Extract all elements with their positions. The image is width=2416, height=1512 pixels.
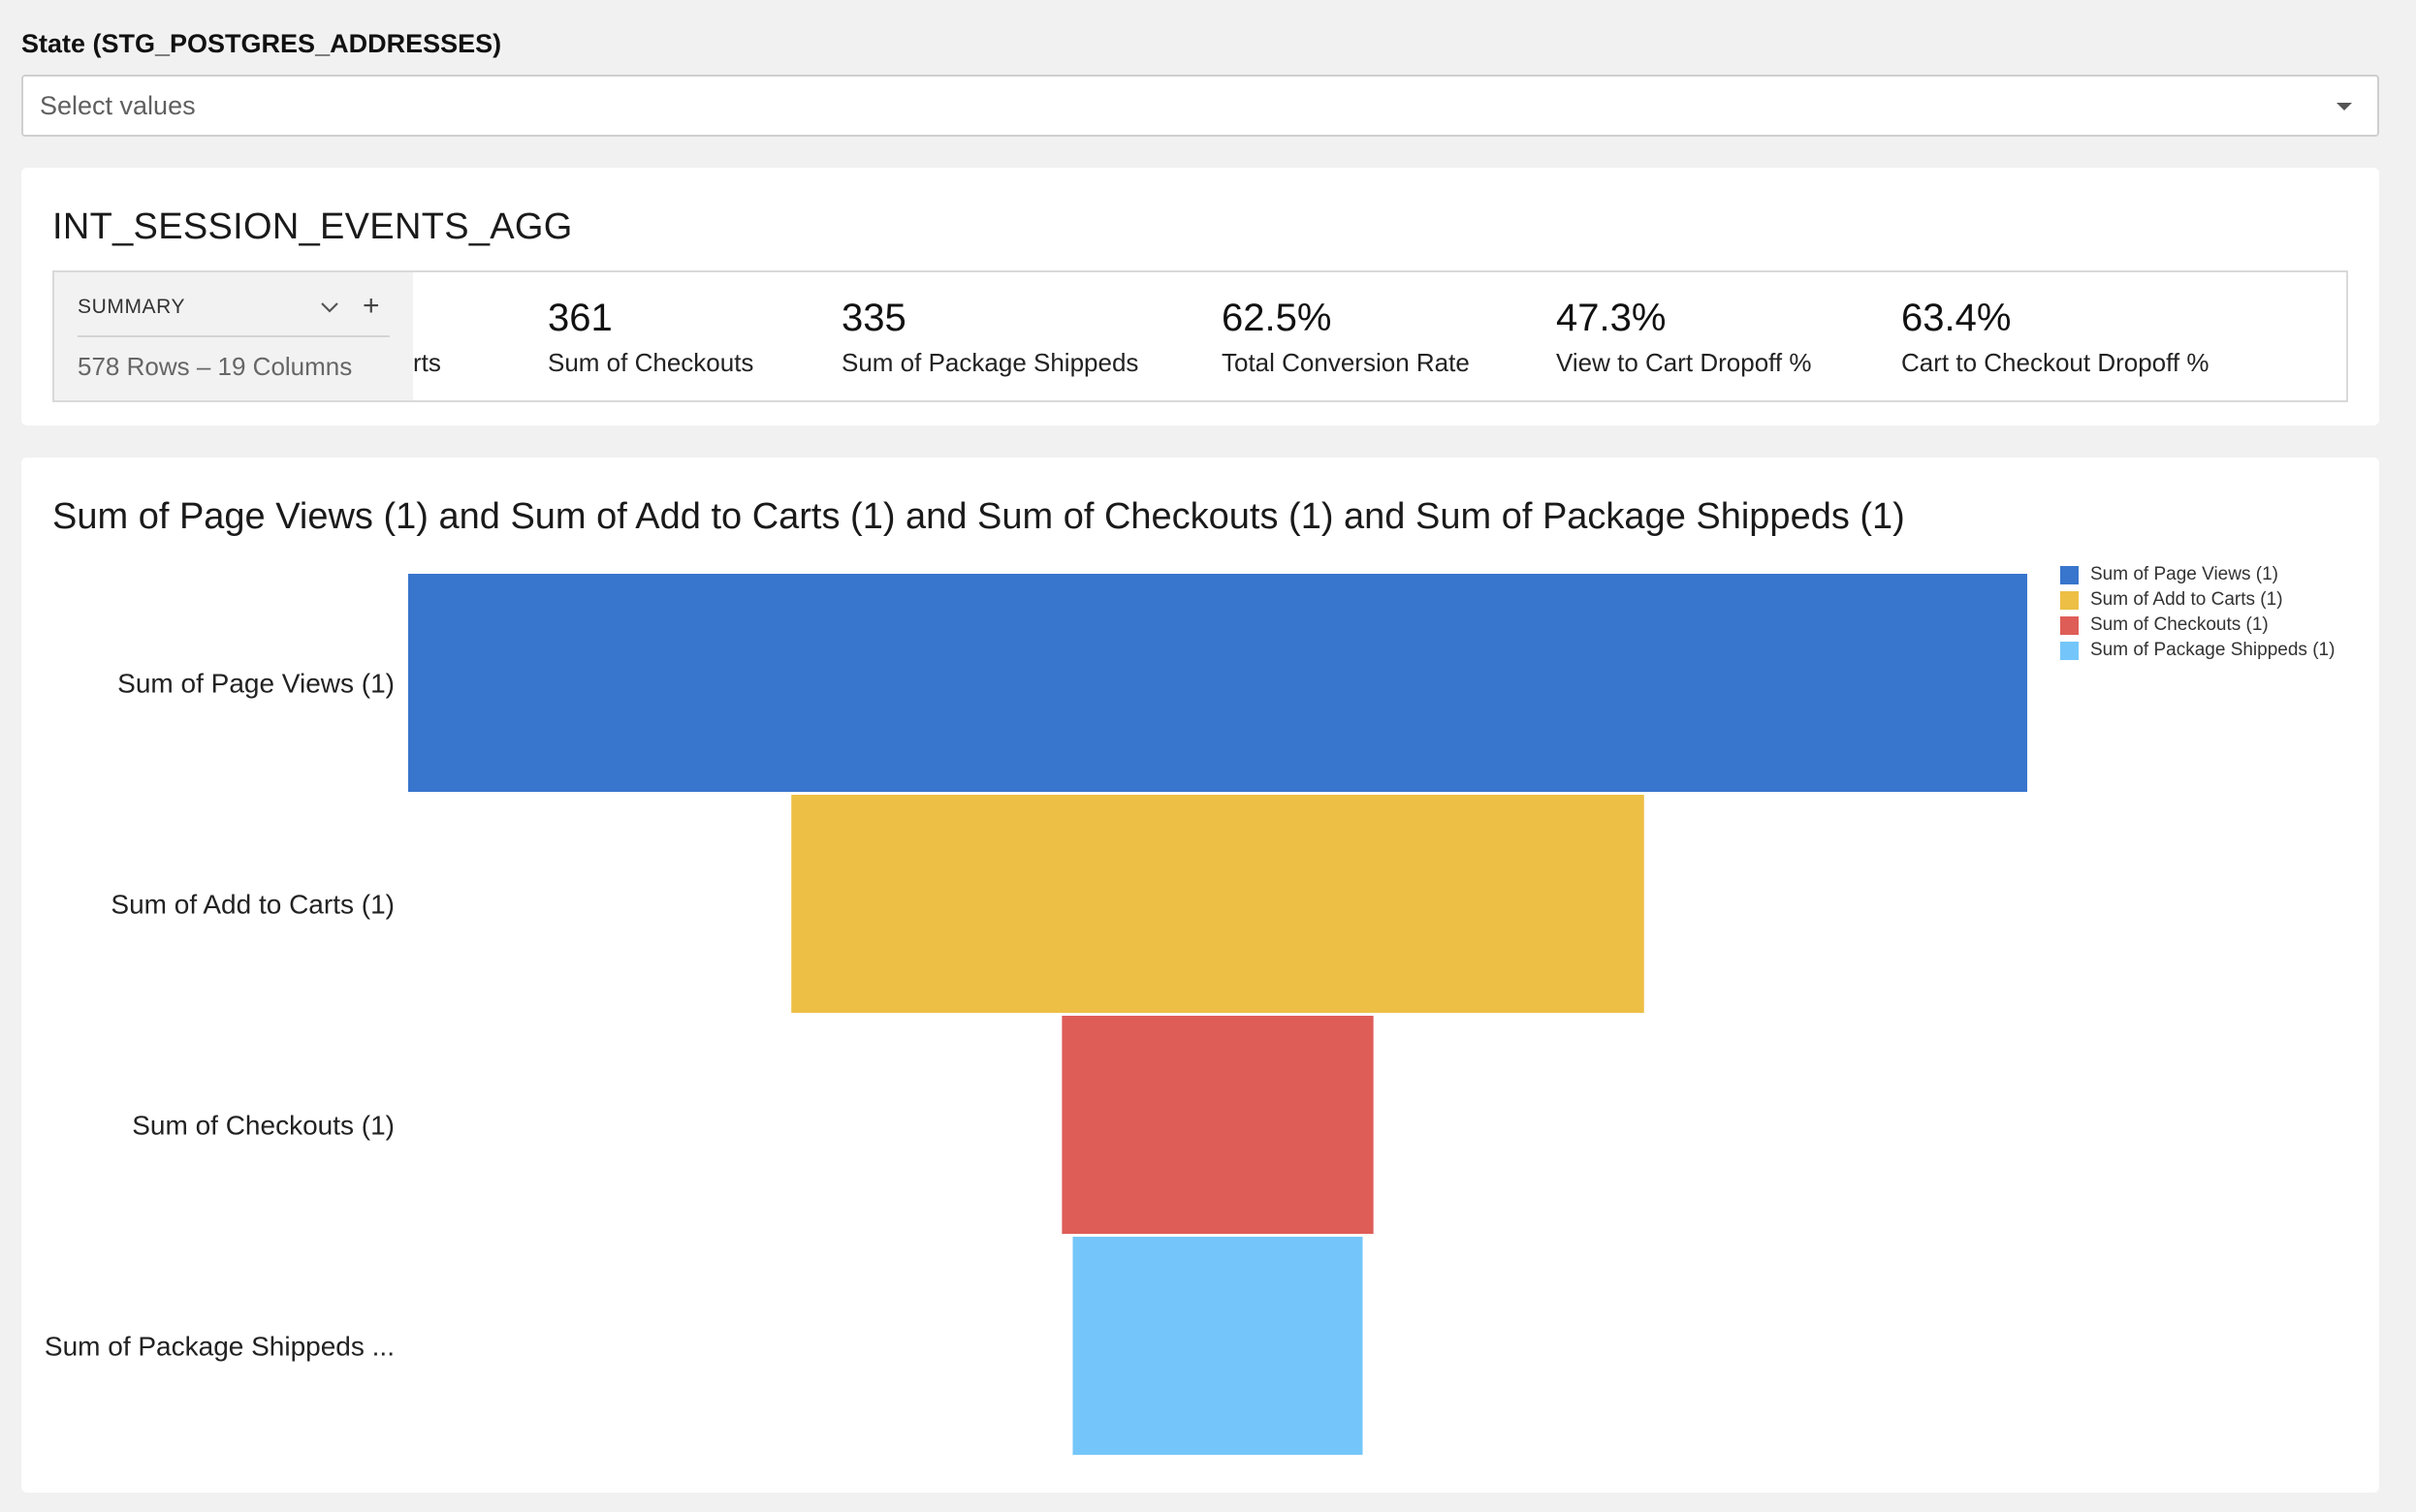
- kpi-sum-of-checkouts: 361 Sum of Checkouts: [548, 296, 753, 378]
- kpi-value: 63.4%: [1901, 297, 2012, 339]
- kpi-label: Cart to Checkout Dropoff %: [1901, 348, 2209, 377]
- legend-label: Sum of Add to Carts (1): [2090, 589, 2283, 610]
- rows-columns-count: 578 Rows – 19 Columns: [78, 352, 353, 381]
- state-filter-placeholder: Select values: [40, 90, 196, 120]
- kpi-value: 361: [548, 297, 613, 339]
- kpi-label: Sum of Package Shippeds: [842, 348, 1139, 377]
- kpi-cart-to-checkout-dropoff: 63.4% Cart to Checkout Dropoff %: [1901, 296, 2209, 378]
- funnel-stage-3[interactable]: [1062, 1016, 1374, 1234]
- chevron-down-icon[interactable]: [318, 298, 341, 317]
- summary-panel: SUMMARY + 578 Rows – 19 Columns: [54, 272, 413, 400]
- summary-divider: [78, 335, 390, 337]
- category-label: Sum of Page Views (1): [117, 669, 395, 699]
- kpi-strip: SUMMARY + 578 Rows – 19 Columns rts 361 …: [52, 270, 2348, 402]
- kpi-label: View to Cart Dropoff %: [1556, 348, 1812, 377]
- funnel-chart: Sum of Page Views (1) Sum of Add to Carts…: [45, 574, 2027, 1455]
- summary-card-title: INT_SESSION_EVENTS_AGG: [52, 206, 573, 247]
- category-label: Sum of Checkouts (1): [132, 1111, 395, 1141]
- kpi-partial-label: rts: [413, 348, 441, 377]
- legend-label: Sum of Package Shippeds (1): [2090, 640, 2336, 660]
- dashboard-page: State (STG_POSTGRES_ADDRESSES) Select va…: [0, 0, 2416, 1512]
- kpi-label: Total Conversion Rate: [1222, 348, 1470, 377]
- chart-legend: Sum of Page Views (1) Sum of Add to Carts…: [2060, 562, 2335, 663]
- legend-swatch: [2060, 641, 2079, 660]
- summary-card: INT_SESSION_EVENTS_AGG SUMMARY + 578 Row…: [21, 168, 2379, 425]
- add-icon[interactable]: +: [363, 292, 380, 321]
- legend-label: Sum of Checkouts (1): [2090, 614, 2269, 635]
- kpi-sum-of-package-shippeds: 335 Sum of Package Shippeds: [842, 296, 1138, 378]
- summary-label: SUMMARY: [78, 296, 186, 318]
- legend-swatch: [2060, 590, 2079, 610]
- kpi-total-conversion-rate: 62.5% Total Conversion Rate: [1222, 296, 1470, 378]
- legend-item[interactable]: Sum of Package Shippeds (1): [2060, 638, 2335, 663]
- kpi-value: 47.3%: [1556, 297, 1667, 339]
- kpi-view-to-cart-dropoff: 47.3% View to Cart Dropoff %: [1556, 296, 1812, 378]
- chevron-down-icon: [2337, 103, 2352, 110]
- kpi-value: 335: [842, 297, 906, 339]
- state-filter-label: State (STG_POSTGRES_ADDRESSES): [21, 29, 502, 58]
- state-filter-select[interactable]: Select values: [21, 75, 2379, 137]
- funnel-stage-2[interactable]: [791, 795, 1644, 1013]
- kpi-label: Sum of Checkouts: [548, 348, 754, 377]
- legend-swatch: [2060, 565, 2079, 584]
- legend-item[interactable]: Sum of Checkouts (1): [2060, 613, 2335, 638]
- legend-label: Sum of Page Views (1): [2090, 564, 2278, 584]
- legend-item[interactable]: Sum of Page Views (1): [2060, 562, 2335, 587]
- category-label: Sum of Add to Carts (1): [111, 890, 395, 920]
- kpi-value: 62.5%: [1222, 297, 1332, 339]
- category-label: Sum of Package Shippeds ...: [45, 1332, 395, 1362]
- legend-item[interactable]: Sum of Add to Carts (1): [2060, 587, 2335, 613]
- legend-swatch: [2060, 615, 2079, 635]
- funnel-chart-card: Sum of Page Views (1) and Sum of Add to …: [21, 457, 2379, 1493]
- funnel-stage-4[interactable]: [1072, 1237, 1363, 1455]
- funnel-stage-1[interactable]: [408, 574, 2027, 792]
